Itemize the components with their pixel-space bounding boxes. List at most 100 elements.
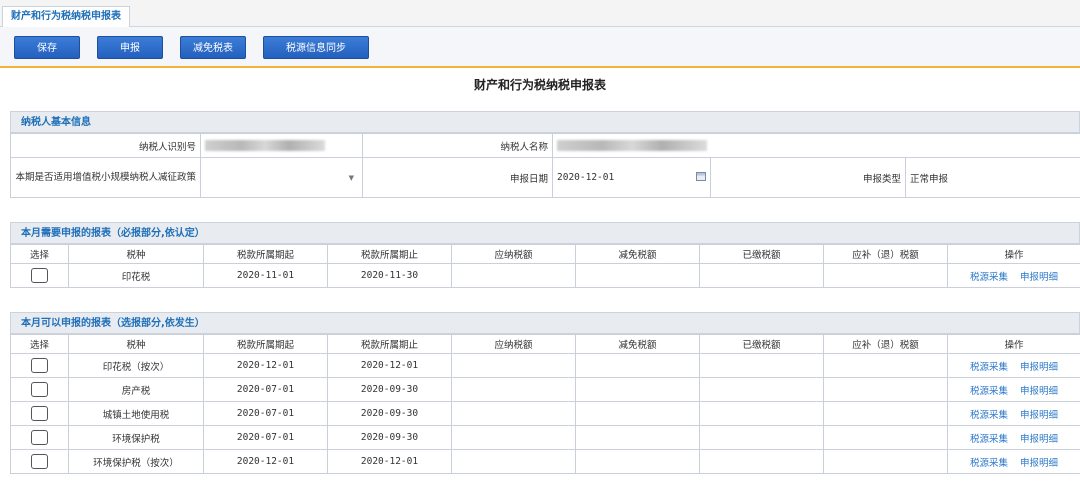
tax-source-collect-link[interactable]: 税源采集: [970, 458, 1008, 469]
required-forms-table: 选择 税种 税款所属期起 税款所属期止 应纳税额 减免税额 已缴税额 应补（退）…: [10, 244, 1080, 288]
tax-reduced-cell: [575, 425, 700, 450]
row-checkbox[interactable]: [31, 406, 48, 421]
col-actions: 操作: [947, 334, 1080, 354]
tax-payable-cell: [451, 449, 576, 474]
declare-detail-link[interactable]: 申报明细: [1020, 272, 1058, 283]
tax-reduced-cell: [575, 263, 700, 288]
period-end-cell: 2020-11-30: [327, 263, 452, 288]
tax-payable-cell: [451, 425, 576, 450]
toolbar: 保存 申报 减免税表 税源信息同步: [0, 27, 1080, 68]
period-start-cell: 2020-11-01: [203, 263, 328, 288]
col-tax-paid: 已缴税额: [699, 334, 824, 354]
tax-due-cell: [823, 263, 948, 288]
tax-source-collect-link[interactable]: 税源采集: [970, 386, 1008, 397]
reduce-tax-button[interactable]: 减免税表: [180, 36, 246, 59]
section-required-forms: 本月需要申报的报表（必报部分,依认定）: [10, 222, 1080, 244]
chevron-down-icon: ▼: [348, 174, 354, 182]
tax-payable-cell: [451, 263, 576, 288]
table-row: 环境保护税（按次） 2020-12-01 2020-12-01 税源采集 申报明细: [10, 449, 1080, 474]
col-select: 选择: [10, 244, 69, 264]
table-row: 印花税（按次） 2020-12-01 2020-12-01 税源采集 申报明细: [10, 353, 1080, 378]
tax-type-cell: 印花税（按次）: [68, 353, 204, 378]
declare-detail-link[interactable]: 申报明细: [1020, 458, 1058, 469]
period-end-cell: 2020-12-01: [327, 449, 452, 474]
row-checkbox[interactable]: [31, 358, 48, 373]
taxpayer-id-label: 纳税人识别号: [10, 133, 201, 158]
tax-source-collect-link[interactable]: 税源采集: [970, 434, 1008, 445]
period-start-cell: 2020-07-01: [203, 377, 328, 402]
tax-paid-cell: [699, 263, 824, 288]
period-end-cell: 2020-09-30: [327, 401, 452, 426]
section-optional-forms: 本月可以申报的报表（选报部分,依发生）: [10, 312, 1080, 334]
col-tax-payable: 应纳税额: [451, 334, 576, 354]
tab-bar: 财产和行为税纳税申报表: [0, 0, 1080, 28]
declare-date-label: 申报日期: [362, 157, 553, 198]
tax-reduced-cell: [575, 353, 700, 378]
col-period-end: 税款所属期止: [327, 244, 452, 264]
tax-type-cell: 环境保护税: [68, 425, 204, 450]
table-row: 环境保护税 2020-07-01 2020-09-30 税源采集 申报明细: [10, 425, 1080, 450]
tax-type-cell: 城镇土地使用税: [68, 401, 204, 426]
tax-source-collect-link[interactable]: 税源采集: [970, 410, 1008, 421]
actions-cell: 税源采集 申报明细: [947, 353, 1080, 378]
declare-detail-link[interactable]: 申报明细: [1020, 434, 1058, 445]
tax-due-cell: [823, 425, 948, 450]
policy-select[interactable]: ▼: [200, 157, 363, 198]
actions-cell: 税源采集 申报明细: [947, 263, 1080, 288]
row-checkbox[interactable]: [31, 454, 48, 469]
declare-detail-link[interactable]: 申报明细: [1020, 362, 1058, 373]
col-actions: 操作: [947, 244, 1080, 264]
tab-property-tax-form[interactable]: 财产和行为税纳税申报表: [2, 6, 130, 28]
tax-source-collect-link[interactable]: 税源采集: [970, 362, 1008, 373]
save-button[interactable]: 保存: [14, 36, 80, 59]
tax-due-cell: [823, 449, 948, 474]
declare-date-field[interactable]: 2020-12-01: [552, 157, 711, 198]
table-header-row: 选择 税种 税款所属期起 税款所属期止 应纳税额 减免税额 已缴税额 应补（退）…: [10, 244, 1080, 264]
tax-reduced-cell: [575, 377, 700, 402]
tax-payable-cell: [451, 377, 576, 402]
policy-label: 本期是否适用增值税小规模纳税人减征政策: [10, 157, 201, 198]
period-start-cell: 2020-07-01: [203, 401, 328, 426]
declare-button[interactable]: 申报: [97, 36, 163, 59]
period-start-cell: 2020-12-01: [203, 353, 328, 378]
basic-info-table: 纳税人识别号 纳税人名称 本期是否适用增值税小规模纳税人减征政策 ▼ 申报日期 …: [10, 133, 1080, 198]
period-start-cell: 2020-12-01: [203, 449, 328, 474]
row-checkbox[interactable]: [31, 430, 48, 445]
period-end-cell: 2020-09-30: [327, 377, 452, 402]
col-select: 选择: [10, 334, 69, 354]
col-period-end: 税款所属期止: [327, 334, 452, 354]
table-row: 城镇土地使用税 2020-07-01 2020-09-30 税源采集 申报明细: [10, 401, 1080, 426]
calendar-icon[interactable]: [696, 171, 706, 184]
table-row: 印花税 2020-11-01 2020-11-30 税源采集 申报明细: [10, 263, 1080, 288]
taxpayer-id-value: [200, 133, 363, 158]
optional-forms-table: 选择 税种 税款所属期起 税款所属期止 应纳税额 减免税额 已缴税额 应补（退）…: [10, 334, 1080, 474]
declare-detail-link[interactable]: 申报明细: [1020, 410, 1058, 421]
tax-due-cell: [823, 401, 948, 426]
tax-type-cell: 环境保护税（按次）: [68, 449, 204, 474]
tax-payable-cell: [451, 401, 576, 426]
tax-type-cell: 房产税: [68, 377, 204, 402]
tax-source-sync-button[interactable]: 税源信息同步: [263, 36, 369, 59]
tax-paid-cell: [699, 377, 824, 402]
tax-due-cell: [823, 377, 948, 402]
col-tax-payable: 应纳税额: [451, 244, 576, 264]
tax-payable-cell: [451, 353, 576, 378]
tax-type-cell: 印花税: [68, 263, 204, 288]
actions-cell: 税源采集 申报明细: [947, 377, 1080, 402]
tax-paid-cell: [699, 353, 824, 378]
taxpayer-name-label: 纳税人名称: [362, 133, 553, 158]
col-tax-reduced: 减免税额: [575, 244, 700, 264]
row-checkbox[interactable]: [31, 382, 48, 397]
declare-type-label: 申报类型: [710, 157, 906, 198]
col-period-start: 税款所属期起: [203, 334, 328, 354]
period-start-cell: 2020-07-01: [203, 425, 328, 450]
col-tax-due: 应补（退）税额: [823, 244, 948, 264]
redacted-taxpayer-name: [557, 140, 707, 151]
actions-cell: 税源采集 申报明细: [947, 401, 1080, 426]
row-checkbox[interactable]: [31, 268, 48, 283]
tax-source-collect-link[interactable]: 税源采集: [970, 272, 1008, 283]
declare-detail-link[interactable]: 申报明细: [1020, 386, 1058, 397]
col-period-start: 税款所属期起: [203, 244, 328, 264]
actions-cell: 税源采集 申报明细: [947, 425, 1080, 450]
taxpayer-name-value: [551, 133, 1080, 158]
